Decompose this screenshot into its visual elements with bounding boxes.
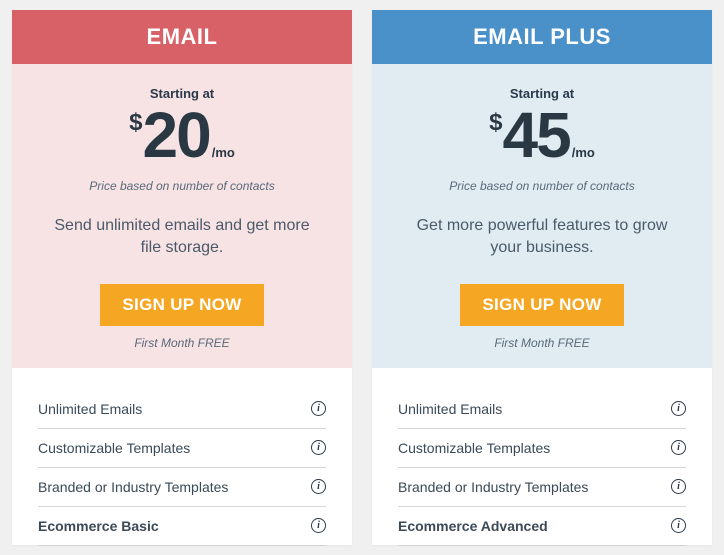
currency-symbol: $: [489, 111, 502, 135]
feature-row: Customizable Templates i: [398, 429, 686, 468]
feature-label: Ecommerce Advanced: [398, 518, 548, 534]
feature-label: Customizable Templates: [398, 440, 550, 456]
feature-label: Ecommerce Basic: [38, 518, 159, 534]
feature-row: Customizable Templates i: [38, 429, 326, 468]
currency-symbol: $: [129, 111, 142, 135]
plan-description: Send unlimited emails and get more file …: [32, 215, 332, 260]
feature-row: Ecommerce Advanced i: [398, 507, 686, 546]
first-month-free: First Month FREE: [32, 336, 332, 350]
signup-button[interactable]: SIGN UP NOW: [460, 284, 623, 326]
price-amount: 20: [143, 103, 210, 167]
info-icon[interactable]: i: [311, 479, 326, 494]
info-icon[interactable]: i: [671, 479, 686, 494]
price-period: /mo: [212, 146, 235, 159]
plan-top-section: Starting at $ 45 /mo Price based on numb…: [372, 64, 712, 368]
plan-top-section: Starting at $ 20 /mo Price based on numb…: [12, 64, 352, 368]
feature-row: Branded or Industry Templates i: [398, 468, 686, 507]
feature-label: Unlimited Emails: [398, 401, 502, 417]
price-row: $ 45 /mo: [489, 103, 595, 167]
info-icon[interactable]: i: [311, 401, 326, 416]
feature-list: Unlimited Emails i Customizable Template…: [372, 368, 712, 546]
feature-label: Customizable Templates: [38, 440, 190, 456]
info-icon[interactable]: i: [671, 440, 686, 455]
plan-title: EMAIL PLUS: [372, 10, 712, 64]
info-icon[interactable]: i: [311, 440, 326, 455]
feature-label: Unlimited Emails: [38, 401, 142, 417]
price-note: Price based on number of contacts: [392, 179, 692, 193]
feature-row: Branded or Industry Templates i: [38, 468, 326, 507]
price-period: /mo: [572, 146, 595, 159]
price-amount: 45: [503, 103, 570, 167]
plan-card-email: EMAIL Starting at $ 20 /mo Price based o…: [12, 10, 352, 545]
first-month-free: First Month FREE: [392, 336, 692, 350]
info-icon[interactable]: i: [671, 401, 686, 416]
signup-button[interactable]: SIGN UP NOW: [100, 284, 263, 326]
feature-list: Unlimited Emails i Customizable Template…: [12, 368, 352, 546]
feature-label: Branded or Industry Templates: [398, 479, 588, 495]
feature-row: Unlimited Emails i: [38, 390, 326, 429]
price-row: $ 20 /mo: [129, 103, 235, 167]
plan-card-email-plus: EMAIL PLUS Starting at $ 45 /mo Price ba…: [372, 10, 712, 545]
plan-title: EMAIL: [12, 10, 352, 64]
feature-row: Unlimited Emails i: [398, 390, 686, 429]
feature-label: Branded or Industry Templates: [38, 479, 228, 495]
feature-row: Ecommerce Basic i: [38, 507, 326, 546]
info-icon[interactable]: i: [311, 518, 326, 533]
info-icon[interactable]: i: [671, 518, 686, 533]
plan-description: Get more powerful features to grow your …: [392, 215, 692, 260]
price-note: Price based on number of contacts: [32, 179, 332, 193]
